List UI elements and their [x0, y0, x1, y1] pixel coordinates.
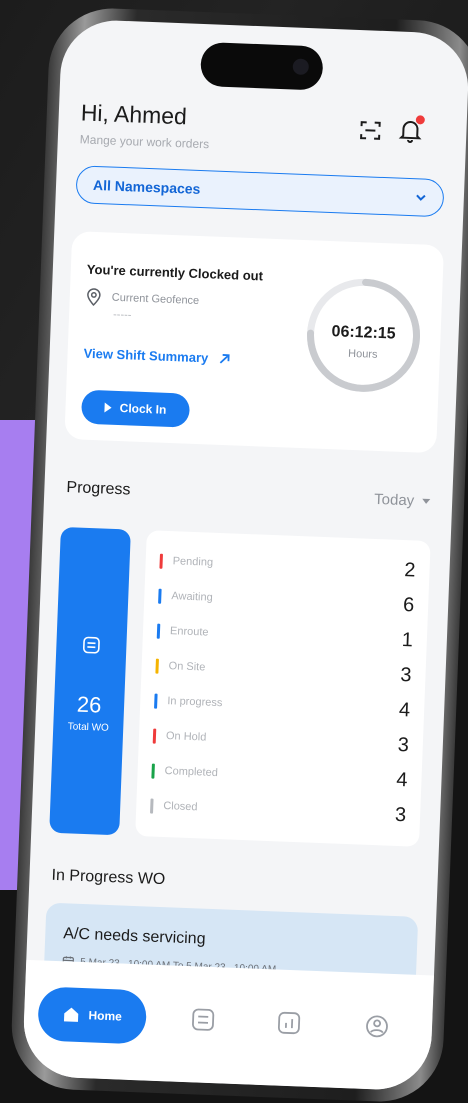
profile-icon[interactable] [364, 1013, 391, 1040]
status-row[interactable]: Pending 2 [159, 549, 416, 583]
status-row[interactable]: Enroute 1 [156, 619, 414, 653]
subtitle: Mange your work orders [79, 132, 210, 152]
notification-dot [415, 115, 426, 125]
status-count: 4 [395, 768, 408, 791]
tab-home[interactable]: Home [37, 986, 148, 1045]
caret-down-icon [422, 498, 431, 505]
status-label: Completed [164, 765, 219, 780]
location-pin-icon [87, 288, 101, 307]
arrow-up-right-icon [219, 353, 230, 364]
clock-status: You're currently Clocked out [86, 261, 264, 284]
clipboard-list-icon [82, 636, 100, 654]
status-row[interactable]: On Hold 3 [152, 724, 410, 758]
home-label: Home [88, 1008, 123, 1024]
total-wo-value: 26 [76, 691, 102, 718]
status-label: On Site [168, 660, 206, 674]
geofence-label: Current Geofence [111, 291, 200, 308]
status-color-bar [159, 553, 164, 569]
scan-icon[interactable] [358, 118, 383, 143]
clock-card: You're currently Clocked out Current Geo… [64, 231, 445, 454]
phone-screen: Hi, Ahmed Mange your work orders All Nam… [21, 18, 468, 1092]
work-orders-icon[interactable] [190, 1006, 217, 1033]
status-color-bar [156, 623, 161, 639]
status-label: Pending [172, 555, 214, 569]
analytics-icon[interactable] [276, 1010, 303, 1037]
namespace-label: All Namespaces [92, 176, 201, 197]
status-label: Enroute [169, 625, 209, 639]
shift-summary-label: View Shift Summary [83, 345, 209, 366]
dynamic-island [199, 41, 324, 91]
status-color-bar [158, 588, 162, 604]
status-label: Closed [163, 800, 198, 814]
status-color-bar [151, 763, 155, 779]
total-wo-label: Total WO [67, 721, 110, 734]
status-row[interactable]: Awaiting 6 [158, 584, 415, 618]
play-icon [104, 402, 112, 413]
chevron-down-icon [416, 194, 426, 201]
period-label: Today [373, 490, 415, 510]
progress-title: Progress [66, 479, 131, 499]
greeting: Hi, Ahmed [80, 99, 188, 130]
home-icon [64, 1007, 79, 1022]
clock-in-label: Clock In [119, 401, 167, 417]
in-progress-title: In Progress WO [51, 866, 166, 889]
namespace-select[interactable]: All Namespaces [75, 165, 445, 218]
status-count: 3 [394, 803, 407, 826]
status-count: 1 [401, 628, 414, 651]
status-row[interactable]: Closed 3 [150, 794, 407, 828]
period-select[interactable]: Today [374, 491, 431, 510]
status-color-bar [152, 728, 157, 744]
camera-icon [292, 58, 310, 76]
status-color-bar [150, 798, 154, 814]
work-order-title: A/C needs servicing [62, 925, 206, 948]
status-count: 4 [398, 698, 411, 721]
status-list-card: Pending 2 Awaiting 6 Enroute 1 On Site 3 In prog… [135, 530, 431, 847]
total-wo-card[interactable]: 26 Total WO [49, 526, 131, 836]
status-count: 3 [399, 663, 412, 686]
geofence-row: Current Geofence [85, 288, 199, 310]
status-count: 2 [404, 558, 416, 582]
status-label: On Hold [165, 730, 207, 744]
status-label: In progress [167, 695, 223, 710]
status-color-bar [154, 693, 158, 709]
tab-bar: Home [21, 959, 434, 1092]
view-shift-summary-link[interactable]: View Shift Summary [83, 346, 230, 367]
geofence-value: ----- [112, 308, 132, 322]
status-row[interactable]: In progress 4 [154, 689, 411, 723]
status-count: 3 [397, 733, 410, 756]
status-count: 6 [402, 593, 415, 616]
status-color-bar [155, 658, 159, 674]
clock-in-button[interactable]: Clock In [80, 389, 191, 428]
status-row[interactable]: On Site 3 [155, 654, 412, 688]
status-row[interactable]: Completed 4 [151, 759, 408, 793]
status-label: Awaiting [171, 590, 213, 604]
